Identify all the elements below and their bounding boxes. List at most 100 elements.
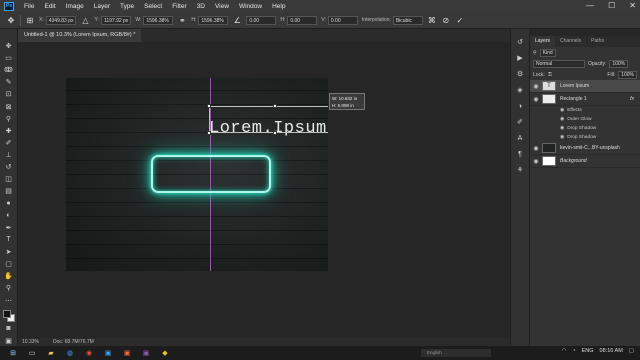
blend-mode-select[interactable]: Normal	[533, 59, 585, 68]
menu-select[interactable]: Select	[139, 3, 167, 10]
app-taskbar-icon[interactable]: ◆	[159, 348, 171, 358]
layer-row[interactable]: ◉ Rectangle 1 fx	[530, 93, 640, 106]
libraries-panel-icon[interactable]: ◈	[515, 85, 526, 95]
maximize-button[interactable]: ☐	[608, 1, 615, 10]
healing-brush-icon[interactable]: ✚	[3, 126, 14, 136]
stamp-tool-icon[interactable]: ⊥	[3, 150, 14, 160]
w-input[interactable]: 1596.38%	[143, 15, 174, 25]
menu-window[interactable]: Window	[234, 3, 267, 10]
eye-icon[interactable]: ◉	[560, 108, 564, 113]
zoom-tool-icon[interactable]: ⚲	[3, 284, 14, 294]
pen-tool-icon[interactable]: ✒	[3, 223, 14, 233]
language-indicator[interactable]: ENG	[582, 348, 594, 354]
tab-layers[interactable]: Layers	[530, 36, 556, 47]
frame-tool-icon[interactable]: ⊠	[3, 102, 14, 112]
fill-input[interactable]: 100%	[618, 70, 637, 79]
path-select-tool-icon[interactable]: ➤	[3, 247, 14, 257]
link-icon[interactable]: ⚭	[177, 15, 187, 25]
history-brush-icon[interactable]: ↺	[3, 162, 14, 172]
glyphs-panel-icon[interactable]: ⚘	[515, 165, 526, 175]
paragraph-panel-icon[interactable]: ¶	[515, 149, 526, 159]
transform-handle[interactable]	[207, 104, 211, 108]
clock[interactable]: 08:16 AM	[600, 348, 623, 354]
interpolation-select[interactable]: Bicubic	[392, 15, 423, 25]
menu-image[interactable]: Image	[61, 3, 89, 10]
notification-icon[interactable]: ▢	[629, 348, 634, 354]
warp-icon[interactable]: ⌘	[427, 15, 437, 25]
file-explorer-icon[interactable]: ▰	[45, 348, 57, 358]
rectangle-tool-icon[interactable]: ▢	[3, 259, 14, 269]
eye-icon[interactable]: ◉	[530, 145, 542, 152]
eye-icon[interactable]: ◉	[560, 135, 564, 140]
layer-name[interactable]: Lorem Ipsum	[560, 83, 589, 89]
effect-row[interactable]: ◉ Drop Shadow	[530, 133, 640, 142]
angle-input[interactable]: 0.00	[246, 15, 277, 25]
brushes-panel-icon[interactable]: ✐	[515, 117, 526, 127]
brush-tool-icon[interactable]: ✐	[3, 138, 14, 148]
color-swatches[interactable]	[2, 309, 15, 322]
v-skew-input[interactable]: 0.00	[327, 15, 358, 25]
reference-point-icon[interactable]: ⊞	[25, 15, 35, 25]
zoom-level[interactable]: 10.33%	[22, 339, 39, 345]
taskbar-search[interactable]: English	[421, 349, 491, 357]
document-canvas[interactable]: Lorem.Ipsum	[66, 78, 328, 271]
blur-tool-icon[interactable]: ●	[3, 199, 14, 209]
fx-badge[interactable]: fx	[630, 96, 634, 102]
more-tools-icon[interactable]: ⋯	[3, 296, 14, 306]
opacity-input[interactable]: 100%	[609, 59, 629, 68]
menu-layer[interactable]: Layer	[89, 3, 115, 10]
layer-name[interactable]: kevin-smit-C...BY-unsplash	[560, 145, 620, 151]
y-input[interactable]: 1197.92 px	[100, 15, 132, 25]
tab-paths[interactable]: Paths	[586, 36, 609, 47]
h-input[interactable]: 1596.38%	[198, 15, 229, 25]
menu-edit[interactable]: Edit	[39, 3, 60, 10]
lasso-tool-icon[interactable]: ↂ	[3, 65, 14, 75]
menu-3d[interactable]: 3D	[192, 3, 210, 10]
volume-icon[interactable]: ◔	[572, 348, 575, 354]
gradient-tool-icon[interactable]: ▤	[3, 187, 14, 197]
foreground-color-swatch[interactable]	[2, 309, 11, 318]
doc-size[interactable]: Doc: 68.7M/76.7M	[53, 339, 94, 345]
illustrator-taskbar-icon[interactable]: ▣	[121, 348, 133, 358]
tab-channels[interactable]: Channels	[555, 36, 586, 47]
dodge-tool-icon[interactable]: ◐	[3, 211, 14, 221]
x-input[interactable]: 4349.83 px	[45, 15, 77, 25]
lock-icon[interactable]: ⚿	[548, 72, 552, 78]
commit-transform-icon[interactable]: ✓	[455, 15, 465, 25]
type-tool-icon[interactable]: T	[3, 235, 14, 245]
neon-rectangle[interactable]	[151, 155, 271, 193]
menu-help[interactable]: Help	[267, 3, 290, 10]
layer-row[interactable]: ◉ kevin-smit-C...BY-unsplash	[530, 142, 640, 155]
transform-bounding-box[interactable]	[207, 104, 328, 135]
quick-select-tool-icon[interactable]: ✎	[3, 77, 14, 87]
move-tool-icon[interactable]: ✥	[3, 41, 14, 51]
eyedropper-tool-icon[interactable]: ⚲	[3, 114, 14, 124]
menu-filter[interactable]: Filter	[167, 3, 191, 10]
layer-row[interactable]: ◉ T Lorem Ipsum	[530, 80, 640, 93]
effect-row[interactable]: ◉ Drop Shadow	[530, 124, 640, 133]
effect-row[interactable]: ◉ Outer Glow	[530, 115, 640, 124]
menu-type[interactable]: Type	[115, 3, 139, 10]
kind-filter-select[interactable]: Kind	[539, 48, 556, 57]
chrome-browser-icon[interactable]: ◉	[83, 348, 95, 358]
move-tool-icon[interactable]: ✥	[6, 15, 16, 25]
adjustments-panel-icon[interactable]: ◑	[515, 101, 526, 111]
properties-panel-icon[interactable]: ⚙	[515, 69, 526, 79]
menu-file[interactable]: File	[19, 3, 39, 10]
cancel-transform-icon[interactable]: ⊘	[441, 15, 451, 25]
windows-start-icon[interactable]: ⊞	[7, 348, 19, 358]
quick-mask-icon[interactable]: ◙	[3, 324, 14, 334]
document-tab[interactable]: Untitled-1 @ 10.3% (Lorem Ipsum, RGB/8#)…	[18, 29, 142, 42]
hand-tool-icon[interactable]: ✋	[3, 271, 14, 281]
h-skew-input[interactable]: 0.00	[287, 15, 318, 25]
task-view-icon[interactable]: ▭	[26, 348, 38, 358]
effects-header[interactable]: ◉ Effects	[530, 106, 640, 115]
photoshop-taskbar-icon[interactable]: ▣	[102, 348, 114, 358]
edge-browser-icon[interactable]: ◍	[64, 348, 76, 358]
character-panel-icon[interactable]: A	[515, 133, 526, 143]
transform-handle[interactable]	[273, 131, 277, 135]
transform-handle[interactable]	[207, 131, 211, 135]
minimize-button[interactable]: —	[586, 1, 594, 10]
canvas-area[interactable]: Lorem.Ipsum W: 10.832 in H: 5.099 in	[18, 42, 510, 338]
delta-icon[interactable]: △	[80, 15, 90, 25]
